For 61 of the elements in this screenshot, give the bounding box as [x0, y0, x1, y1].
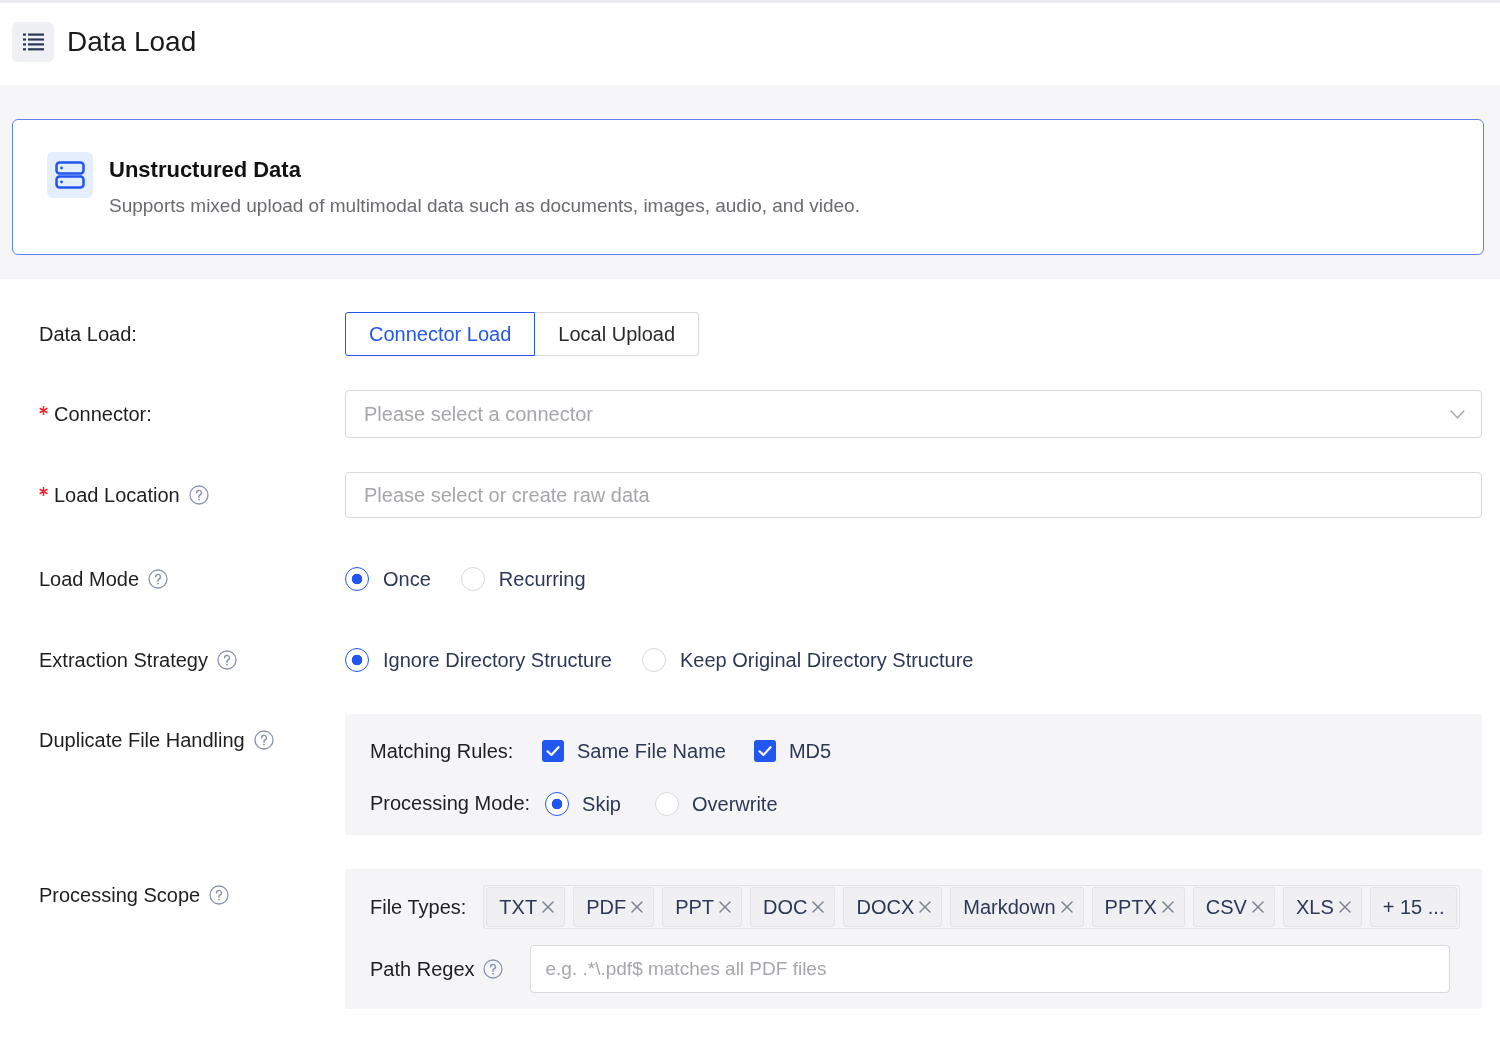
- option-label[interactable]: Overwrite: [692, 791, 778, 816]
- field-label: Load Mode: [39, 567, 140, 591]
- field-label: Path Regex: [370, 957, 475, 981]
- field-label: Extraction Strategy: [39, 648, 208, 672]
- field-label: Matching Rules:: [370, 739, 514, 763]
- option-label[interactable]: Recurring: [498, 567, 586, 591]
- segment-button[interactable]: Connector Load: [345, 312, 536, 356]
- close-icon[interactable]: [919, 901, 932, 913]
- chevron-down-icon: [1450, 409, 1465, 419]
- file-type-tag[interactable]: TXT: [486, 887, 566, 927]
- option-label[interactable]: MD5: [788, 739, 832, 763]
- file-type-tag[interactable]: PPTX: [1091, 887, 1185, 927]
- close-icon[interactable]: [1161, 901, 1174, 913]
- option-label[interactable]: Skip: [582, 791, 621, 816]
- close-icon[interactable]: [1060, 901, 1073, 913]
- radio-button[interactable]: [345, 648, 369, 672]
- file-type-tag[interactable]: XLS: [1282, 887, 1362, 927]
- field-label: Load Location: [54, 483, 180, 507]
- page-title: Data Load: [67, 25, 197, 59]
- field-label: Connector:: [54, 402, 152, 426]
- input-field[interactable]: e.g. .*\.pdf$ matches all PDF files: [529, 945, 1450, 993]
- file-type-tag[interactable]: CSV: [1192, 887, 1275, 927]
- field-label: File Types:: [370, 895, 467, 919]
- help-icon[interactable]: [209, 885, 230, 905]
- checkbox[interactable]: [753, 740, 776, 762]
- option-label[interactable]: Keep Original Directory Structure: [680, 648, 974, 672]
- radio-button[interactable]: [545, 791, 570, 816]
- option-label[interactable]: Once: [383, 567, 431, 591]
- help-icon[interactable]: [148, 569, 169, 589]
- close-icon[interactable]: [812, 901, 825, 913]
- more-tag[interactable]: + 15 ...: [1369, 887, 1458, 927]
- list-icon: [22, 33, 44, 51]
- file-type-tag[interactable]: Markdown: [950, 887, 1084, 927]
- card-description: Supports mixed upload of multimodal data such as documents, images, audio, and video.: [109, 194, 860, 218]
- card-title: Unstructured Data: [109, 156, 302, 184]
- close-icon[interactable]: [1338, 901, 1351, 913]
- field-label: Duplicate File Handling: [39, 728, 245, 752]
- close-icon[interactable]: [1251, 901, 1264, 913]
- menu-button[interactable]: [12, 22, 54, 62]
- segment-button[interactable]: Local Upload: [534, 312, 700, 356]
- file-type-tag[interactable]: PDF: [573, 887, 655, 927]
- file-type-tag[interactable]: DOCX: [843, 887, 943, 927]
- checkbox[interactable]: [542, 740, 564, 762]
- field-label: Processing Scope: [39, 883, 201, 907]
- option-label[interactable]: Ignore Directory Structure: [383, 648, 612, 672]
- field-label: Processing Mode:: [370, 792, 531, 815]
- file-type-tag[interactable]: PPT: [662, 887, 743, 927]
- radio-button[interactable]: [345, 567, 369, 591]
- help-icon[interactable]: [216, 650, 237, 670]
- close-icon[interactable]: [631, 901, 644, 913]
- field-label: Data Load:: [39, 322, 137, 346]
- close-icon[interactable]: [542, 901, 555, 913]
- file-type-tag[interactable]: DOC: [750, 887, 836, 927]
- input-field[interactable]: Please select or create raw data: [345, 472, 1482, 518]
- help-icon[interactable]: [482, 959, 503, 979]
- help-icon[interactable]: [253, 730, 274, 750]
- close-icon[interactable]: [719, 901, 732, 913]
- server-icon: [47, 152, 93, 198]
- file-type-select[interactable]: TXT PDF PPT DOC DOCX Markdown PPTX CSV XLS + 15 ...: [483, 885, 1461, 929]
- help-icon[interactable]: [188, 485, 209, 505]
- option-label[interactable]: Same File Name: [577, 739, 726, 763]
